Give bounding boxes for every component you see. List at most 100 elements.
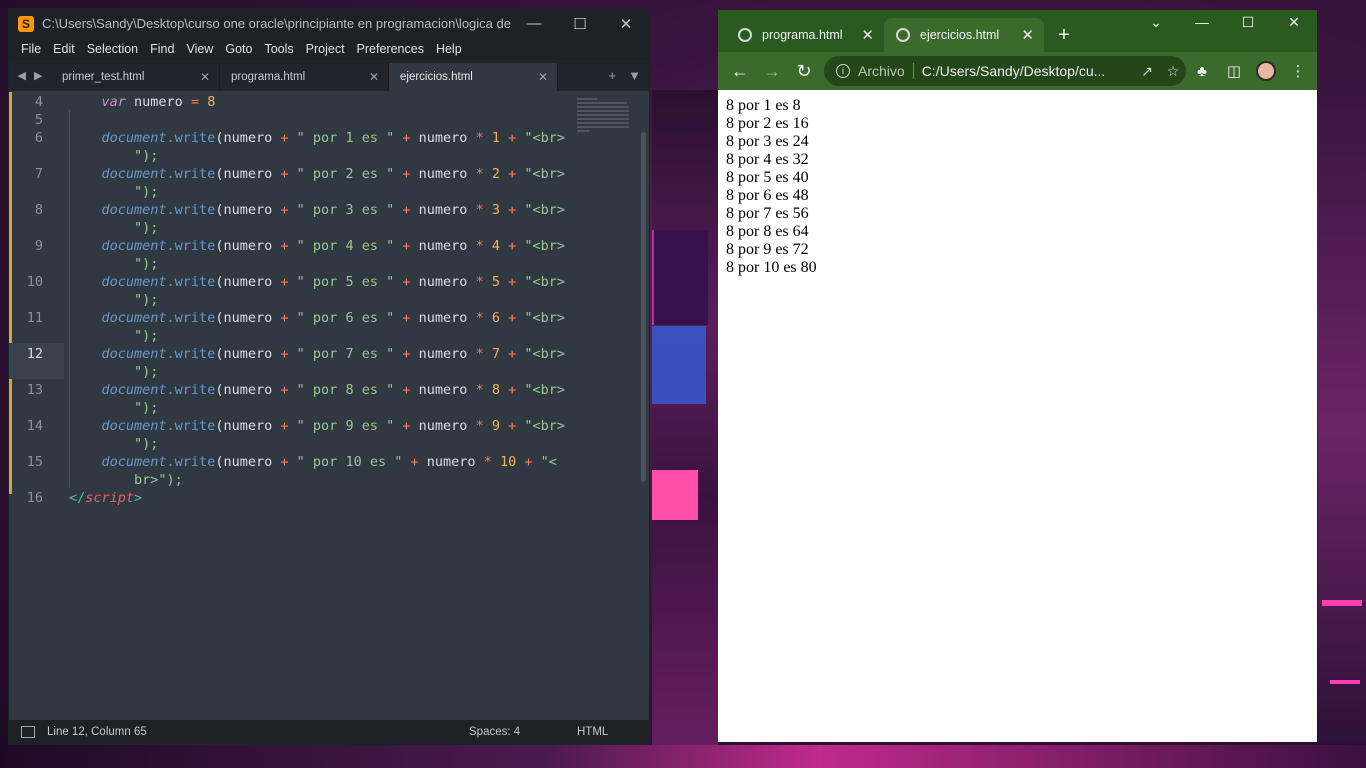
- chrome-window: programa.html ✕ ejercicios.html ✕ + ⌄ — …: [718, 10, 1317, 742]
- tab-ejercicios[interactable]: ejercicios.html ✕: [389, 63, 558, 91]
- kebab-menu-icon[interactable]: ⋮: [1282, 62, 1314, 80]
- token-method: .write: [166, 274, 216, 290]
- token-object: document: [101, 454, 167, 470]
- syntax-selector[interactable]: HTML: [577, 726, 649, 738]
- code-line-wrap: ");: [69, 400, 158, 416]
- address-scheme: Archivo: [858, 63, 914, 79]
- menu-view[interactable]: View: [180, 42, 219, 56]
- token-string: " por 8 es ": [296, 382, 395, 398]
- browser-tab-ejercicios[interactable]: ejercicios.html ✕: [884, 18, 1044, 52]
- token-op: +: [280, 166, 289, 182]
- line-number: 8: [34, 202, 43, 218]
- close-icon[interactable]: ✕: [603, 15, 649, 33]
- extensions-puzzle-icon[interactable]: ♣: [1186, 63, 1218, 80]
- reload-icon[interactable]: ↻: [788, 61, 820, 82]
- token-op: +: [402, 238, 411, 254]
- profile-avatar[interactable]: [1256, 61, 1276, 81]
- token-number: 7: [491, 346, 500, 362]
- code-line-wrap: br>");: [69, 472, 183, 488]
- tab-close-icon[interactable]: ✕: [1021, 26, 1034, 44]
- forward-arrow-icon[interactable]: →: [756, 61, 788, 82]
- address-bar[interactable]: i Archivo C:/Users/Sandy/Desktop/cu... ↗…: [824, 56, 1186, 86]
- menu-selection[interactable]: Selection: [81, 42, 144, 56]
- menu-file[interactable]: File: [15, 42, 47, 56]
- new-tab-plus-icon[interactable]: +: [609, 68, 617, 83]
- tab-left-icon[interactable]: ◀: [18, 69, 26, 82]
- maximize-icon[interactable]: ☐: [1225, 14, 1271, 31]
- menu-preferences[interactable]: Preferences: [351, 42, 430, 56]
- tab-close-icon[interactable]: ✕: [861, 26, 874, 44]
- token-op: +: [402, 166, 411, 182]
- token-op: +: [280, 346, 289, 362]
- vertical-scrollbar[interactable]: [641, 132, 646, 482]
- line-number: 10: [26, 274, 43, 290]
- tab-dropdown-icon[interactable]: ▼: [628, 68, 641, 83]
- code-line: </script>: [69, 490, 142, 506]
- token-object: document: [101, 346, 167, 362]
- line-number: 11: [26, 310, 43, 326]
- wallpaper-strip: [1318, 90, 1366, 768]
- code-line-wrap: ");: [69, 292, 158, 308]
- token-ident: numero: [418, 310, 468, 326]
- minimap-line: [577, 118, 629, 120]
- token-string: ");: [134, 400, 159, 416]
- tab-nav: ◀ ▶: [9, 60, 51, 91]
- back-arrow-icon[interactable]: ←: [724, 61, 756, 82]
- token-ident: numero: [125, 94, 191, 110]
- token-ident: numero: [418, 130, 468, 146]
- tab-close-icon[interactable]: ✕: [200, 70, 210, 84]
- minimap[interactable]: [577, 96, 639, 142]
- code-line: document.write(numero + " por 8 es " + n…: [69, 382, 566, 398]
- new-tab-plus-icon[interactable]: +: [1044, 18, 1084, 52]
- token-op: +: [508, 202, 517, 218]
- menu-tools[interactable]: Tools: [258, 42, 299, 56]
- code-line: document.write(numero + " por 4 es " + n…: [69, 238, 566, 254]
- minimap-line: [577, 102, 627, 104]
- minimize-icon[interactable]: —: [511, 15, 557, 32]
- indentation-setting[interactable]: Spaces: 4: [469, 726, 577, 738]
- token-ident: numero: [418, 238, 468, 254]
- token-ident: numero: [223, 418, 273, 434]
- token-number: 8: [199, 94, 216, 110]
- token-ident: numero: [418, 202, 468, 218]
- minimap-line: [577, 110, 629, 112]
- token-ident: numero: [418, 274, 468, 290]
- menu-goto[interactable]: Goto: [219, 42, 258, 56]
- cursor-position[interactable]: Line 12, Column 65: [47, 726, 469, 738]
- token-method: .write: [166, 346, 216, 362]
- close-icon[interactable]: ✕: [1271, 14, 1317, 31]
- tab-close-icon[interactable]: ✕: [538, 70, 548, 84]
- code-line: var numero = 8: [69, 94, 216, 110]
- token-op: *: [475, 166, 484, 182]
- menu-edit[interactable]: Edit: [47, 42, 81, 56]
- tab-search-chevron-icon[interactable]: ⌄: [1133, 14, 1179, 31]
- minimap-line: [577, 114, 629, 116]
- tab-close-icon[interactable]: ✕: [369, 70, 379, 84]
- minimize-icon[interactable]: —: [1179, 14, 1225, 31]
- output-line: 8 por 4 es 32: [726, 151, 809, 168]
- tab-actions: + ▼: [609, 68, 641, 83]
- maximize-icon[interactable]: ☐: [557, 15, 603, 33]
- menu-find[interactable]: Find: [144, 42, 180, 56]
- bookmark-star-icon[interactable]: ☆: [1160, 63, 1186, 80]
- menu-help[interactable]: Help: [430, 42, 468, 56]
- title-bar[interactable]: S C:\Users\Sandy\Desktop\curso one oracl…: [9, 9, 649, 38]
- tab-primer-test[interactable]: primer_test.html ✕: [51, 63, 220, 91]
- tab-right-icon[interactable]: ▶: [34, 69, 42, 82]
- info-icon[interactable]: i: [836, 64, 850, 78]
- output-line: 8 por 1 es 8: [726, 97, 801, 114]
- token-ident: numero: [418, 166, 468, 182]
- token-keyword: var: [101, 94, 126, 110]
- side-panel-icon[interactable]: ◫: [1218, 62, 1250, 80]
- sidebar-toggle-icon[interactable]: [21, 726, 35, 738]
- output-line: 8 por 3 es 24: [726, 133, 809, 150]
- code-editor[interactable]: 4 5 6 7 8 9 10 11 12 13 14 15 16 var num…: [9, 92, 649, 722]
- address-url[interactable]: C:/Users/Sandy/Desktop/cu...: [922, 63, 1134, 79]
- token-ident: numero: [223, 166, 273, 182]
- browser-tab-programa[interactable]: programa.html ✕: [726, 18, 884, 52]
- share-icon[interactable]: ↗: [1134, 63, 1160, 80]
- tab-programa[interactable]: programa.html ✕: [220, 63, 389, 91]
- menu-project[interactable]: Project: [300, 42, 351, 56]
- token-method: .write: [166, 454, 216, 470]
- token-tag-punct: </: [69, 490, 86, 506]
